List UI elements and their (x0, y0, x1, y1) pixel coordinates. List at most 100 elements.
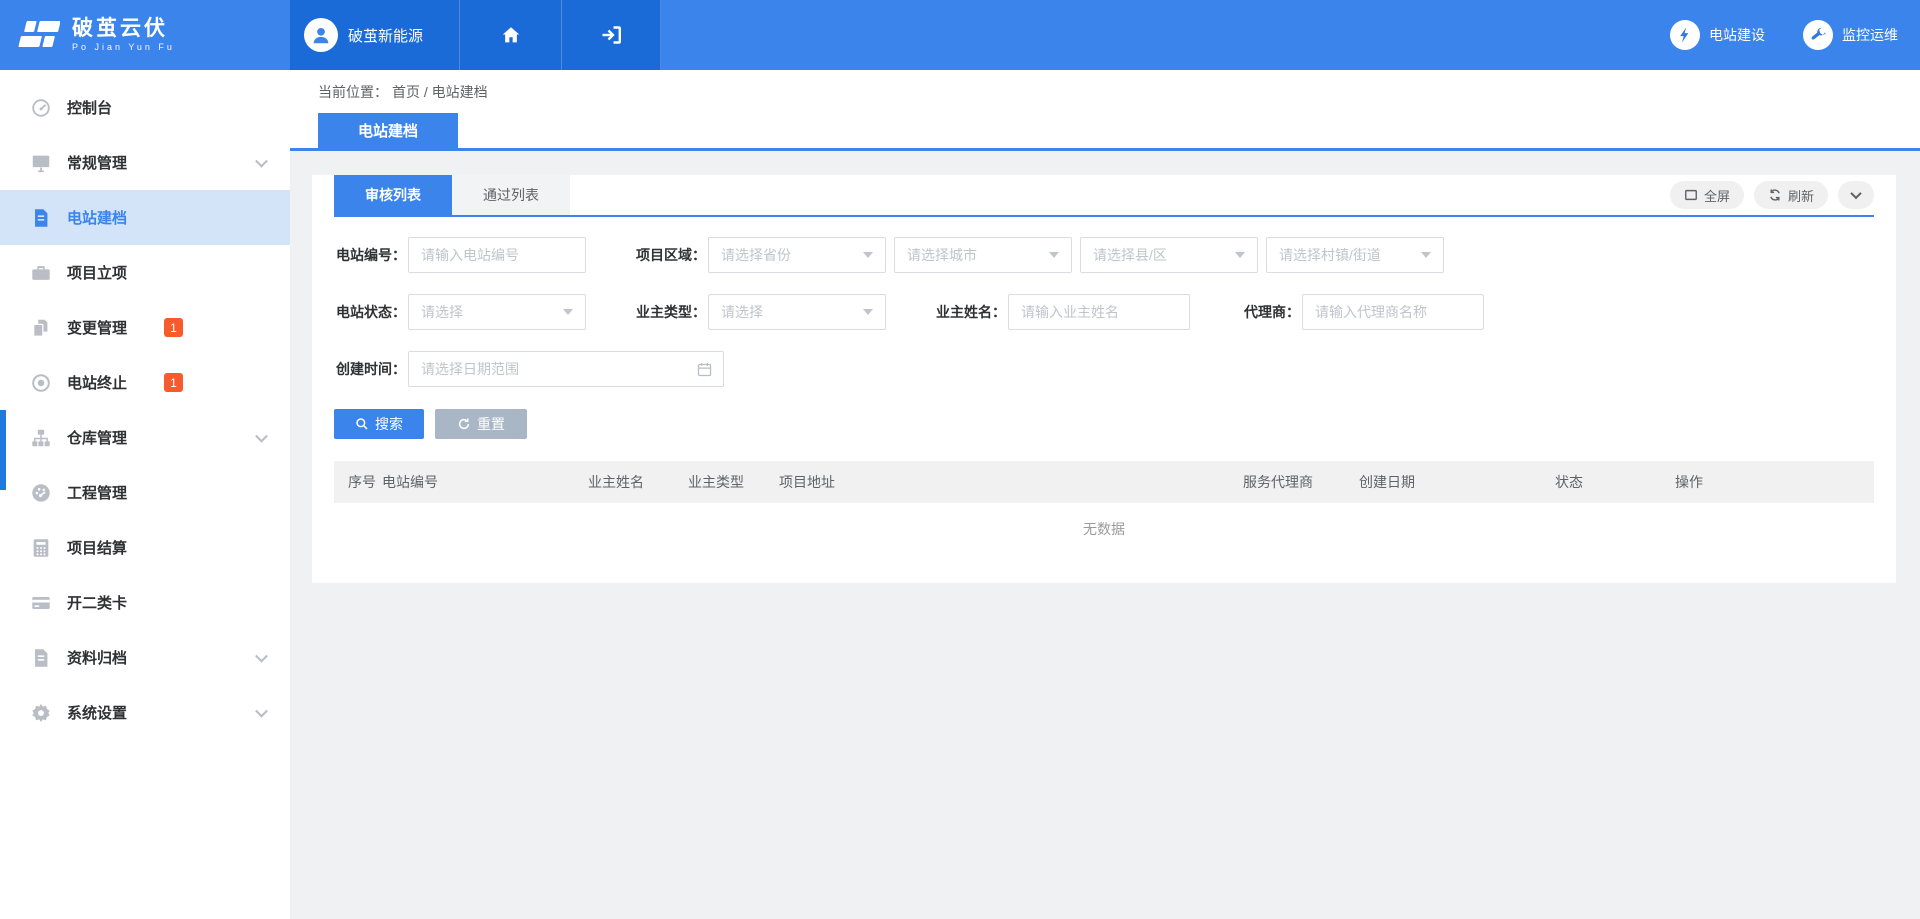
brand: 破茧云伏 Po Jian Yun Fu (0, 0, 290, 70)
sidebar-item-label: 资料归档 (67, 647, 127, 668)
gear-icon (30, 702, 52, 724)
lightning-icon (1670, 20, 1700, 50)
sidebar-item-label: 项目立项 (67, 262, 127, 283)
sidebar-item-label: 系统设置 (67, 702, 127, 723)
sidebar-item-general-mgmt[interactable]: 常规管理 (0, 135, 290, 190)
document-icon (30, 207, 52, 229)
refresh-icon (1768, 188, 1782, 202)
sidebar-item-label: 控制台 (67, 97, 112, 118)
sidebar-item-open-class2-card[interactable]: 开二类卡 (0, 575, 290, 630)
notification-badge: 1 (164, 318, 183, 337)
home-button[interactable] (460, 0, 562, 70)
breadcrumb-prefix: 当前位置： (318, 82, 388, 102)
collapse-button[interactable] (1838, 181, 1874, 209)
quick-station-build-label: 电站建设 (1709, 25, 1765, 45)
topbar-band: 破茧新能源 (290, 0, 661, 70)
col-service-agent: 服务代理商 (1243, 472, 1359, 492)
reset-label: 重置 (477, 414, 505, 434)
breadcrumb: 当前位置： 首页 / 电站建档 (290, 70, 1920, 113)
filter-owner-type: 业主类型： 请选择 (634, 294, 886, 330)
results-table: 序号 电站编号 业主姓名 业主类型 项目地址 服务代理商 创建日期 状态 操作 … (334, 461, 1874, 583)
sidebar-item-label: 开二类卡 (67, 592, 127, 613)
county-select[interactable]: 请选择县/区 (1080, 237, 1258, 273)
agent-label: 代理商： (1238, 302, 1302, 322)
date-range-input[interactable] (409, 352, 696, 386)
credit-card-icon (30, 592, 52, 614)
user-name: 破茧新能源 (348, 25, 423, 46)
sidebar-item-station-filing[interactable]: 电站建档 (0, 190, 290, 245)
quick-monitor-ops-label: 监控运维 (1842, 25, 1898, 45)
brand-title: 破茧云伏 (72, 17, 175, 40)
station-status-select[interactable]: 请选择 (408, 294, 586, 330)
wrench-icon (1803, 20, 1833, 50)
col-owner-name: 业主姓名 (588, 472, 688, 492)
filter-row-2: 电站状态： 请选择 业主类型： 请选择 (334, 294, 1874, 330)
page-tab-station-filing[interactable]: 电站建档 (318, 113, 458, 148)
user-menu[interactable]: 破茧新能源 (290, 0, 460, 70)
speedometer-icon (30, 482, 52, 504)
refresh-button[interactable]: 刷新 (1754, 181, 1828, 209)
user-icon (310, 24, 332, 46)
search-button[interactable]: 搜索 (334, 409, 424, 439)
col-project-address: 项目地址 (779, 472, 1243, 492)
town-select[interactable]: 请选择村镇/街道 (1266, 237, 1444, 273)
sidebar-item-label: 电站建档 (67, 207, 127, 228)
workarea: 审核列表 通过列表 全屏 刷新 (290, 151, 1920, 919)
empty-state: 无数据 (334, 503, 1874, 555)
app-root: 破茧云伏 Po Jian Yun Fu 破茧新能源 (0, 0, 1920, 919)
owner-name-input[interactable] (1008, 294, 1190, 330)
home-icon (500, 24, 522, 46)
sidebar-item-project-settlement[interactable]: 项目结算 (0, 520, 290, 575)
agent-input[interactable] (1302, 294, 1484, 330)
main-content: 当前位置： 首页 / 电站建档 电站建档 审核列表 通过列表 全屏 (290, 70, 1920, 919)
sidebar-item-station-termination[interactable]: 电站终止 1 (0, 355, 290, 410)
sidebar-item-label: 工程管理 (67, 482, 127, 503)
owner-type-select[interactable]: 请选择 (708, 294, 886, 330)
page-tabstrip: 电站建档 (290, 113, 1920, 151)
sidebar-item-warehouse-mgmt[interactable]: 仓库管理 (0, 410, 290, 465)
sidebar-item-label: 仓库管理 (67, 427, 127, 448)
briefcase-icon (30, 262, 52, 284)
tab-passed-list[interactable]: 通过列表 (452, 175, 570, 215)
town-placeholder: 请选择村镇/街道 (1279, 245, 1421, 265)
sign-in-button[interactable] (562, 0, 661, 70)
sidebar-item-project-initiation[interactable]: 项目立项 (0, 245, 290, 300)
sidebar-item-system-settings[interactable]: 系统设置 (0, 685, 290, 740)
filter-region: 项目区域： 请选择省份 请选择城市 请选择县/ (634, 237, 1444, 273)
sidebar-item-data-archive[interactable]: 资料归档 (0, 630, 290, 685)
chevron-down-icon (1850, 188, 1861, 199)
caret-down-icon (863, 309, 873, 315)
filter-agent: 代理商： (1238, 294, 1484, 330)
sidebar-item-console[interactable]: 控制台 (0, 80, 290, 135)
sidebar-item-change-mgmt[interactable]: 变更管理 1 (0, 300, 290, 355)
filter-station-status: 电站状态： 请选择 (334, 294, 586, 330)
refresh-label: 刷新 (1788, 186, 1814, 205)
reset-icon (457, 417, 471, 431)
panel-toolbar: 全屏 刷新 (1670, 181, 1874, 209)
quick-monitor-ops-button[interactable]: 监控运维 (1803, 20, 1898, 50)
station-filing-panel: 审核列表 通过列表 全屏 刷新 (312, 175, 1896, 583)
city-select[interactable]: 请选择城市 (894, 237, 1072, 273)
table-header-row: 序号 电站编号 业主姓名 业主类型 项目地址 服务代理商 创建日期 状态 操作 (334, 461, 1874, 503)
monitor-icon (30, 152, 52, 174)
sidebar-item-label: 电站终止 (67, 372, 127, 393)
topbar-spacer (661, 0, 1670, 70)
reset-button[interactable]: 重置 (435, 409, 527, 439)
tab-review-list[interactable]: 审核列表 (334, 175, 452, 215)
avatar (304, 18, 338, 52)
chevron-down-icon (255, 154, 268, 167)
date-range-picker[interactable] (408, 351, 724, 387)
search-label: 搜索 (375, 414, 403, 434)
province-select[interactable]: 请选择省份 (708, 237, 886, 273)
station-no-input[interactable] (408, 237, 586, 273)
quick-station-build-button[interactable]: 电站建设 (1670, 20, 1765, 50)
county-placeholder: 请选择县/区 (1093, 245, 1235, 265)
sidebar-item-engineering-mgmt[interactable]: 工程管理 (0, 465, 290, 520)
caret-down-icon (563, 309, 573, 315)
fullscreen-button[interactable]: 全屏 (1670, 181, 1744, 209)
brand-logo-icon (16, 16, 60, 54)
filter-owner-name: 业主姓名： (934, 294, 1190, 330)
gauge-icon (30, 97, 52, 119)
breadcrumb-path[interactable]: 首页 / 电站建档 (392, 82, 488, 102)
panel-tabbar: 审核列表 通过列表 全屏 刷新 (334, 175, 1874, 217)
